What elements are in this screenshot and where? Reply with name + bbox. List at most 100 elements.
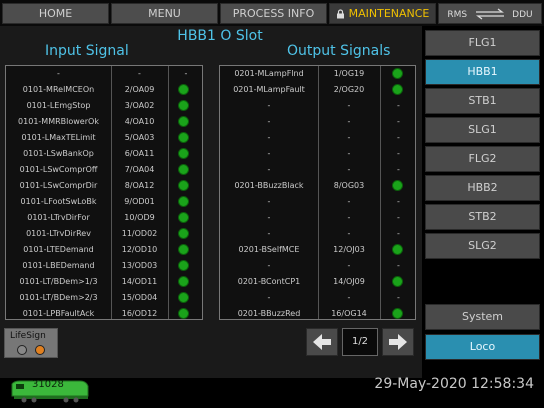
status-led <box>392 84 403 95</box>
signal-channel: 12/OD10 <box>121 245 158 254</box>
slot-button-hbb2[interactable]: HBB2 <box>425 175 540 201</box>
page-indicator: 1/2 <box>342 328 378 356</box>
table-row: 0101-LFootSwLoBk 9/OD01 <box>6 194 204 210</box>
table-row: 0101-LMaxTELimit 5/OA03 <box>6 130 204 146</box>
signal-channel: 11/OD02 <box>121 229 158 238</box>
signal-name: - <box>267 293 271 302</box>
next-page-button[interactable] <box>382 328 414 356</box>
signal-status: - <box>397 261 400 270</box>
table-row: 0101-MRelMCEOn 2/OA09 <box>6 82 204 98</box>
signal-name: 0101-LTrvDirRev <box>26 229 91 238</box>
status-led <box>178 260 189 271</box>
table-row: 0101-LT/BDem>1/3 14/OD11 <box>6 274 204 290</box>
signal-name: - <box>267 149 271 158</box>
loco-number: 31028 <box>32 379 64 390</box>
table-row: --- <box>6 66 204 82</box>
signal-status: - <box>397 213 400 222</box>
table-row: --- <box>220 146 417 162</box>
status-led <box>178 164 189 175</box>
table-row: 0201-BBuzzRed 16/OG14 <box>220 306 417 322</box>
signal-name: 0101-LSwComprDir <box>19 181 98 190</box>
rms-ddu-toggle[interactable]: RMS DDU <box>438 3 542 24</box>
signal-name: 0101-LTEDemand <box>23 245 94 254</box>
status-led <box>392 308 403 319</box>
signal-name: - <box>267 165 271 174</box>
status-led <box>178 244 189 255</box>
table-row: 0101-LTrvDirRev 11/OD02 <box>6 226 204 242</box>
table-row: --- <box>220 258 417 274</box>
loco-button[interactable]: Loco <box>425 334 540 360</box>
locomotive-icon: 31028 <box>10 378 90 404</box>
signal-name: - <box>267 117 271 126</box>
signal-name: 0201-BBuzzRed <box>237 309 301 318</box>
signal-status: - <box>397 149 400 158</box>
signal-name: 0201-BContCP1 <box>237 277 301 286</box>
signal-name: 0101-LFootSwLoBk <box>20 197 97 206</box>
signal-channel: 10/OD9 <box>124 213 155 222</box>
signal-name: 0101-LSwComprOff <box>19 165 98 174</box>
signal-name: 0101-LT/BDem>1/3 <box>19 277 98 286</box>
signal-status: - <box>397 229 400 238</box>
signal-channel: 8/OA12 <box>124 181 155 190</box>
process-info-button[interactable]: PROCESS INFO <box>220 3 327 24</box>
signal-channel: - <box>347 261 351 270</box>
status-led <box>178 228 189 239</box>
status-led <box>392 180 403 191</box>
signal-channel: 14/OD11 <box>121 277 158 286</box>
table-row: --- <box>220 130 417 146</box>
signal-channel: 16/OG14 <box>331 309 367 318</box>
ddu-label: DDU <box>512 10 533 20</box>
table-row: 0101-LEmgStop 3/OA02 <box>6 98 204 114</box>
status-led <box>392 244 403 255</box>
signal-channel: 1/OG19 <box>333 69 365 78</box>
status-led <box>178 196 189 207</box>
slot-button-stb2[interactable]: STB2 <box>425 204 540 230</box>
signal-channel: 5/OA03 <box>124 133 155 142</box>
signal-channel: 3/OA02 <box>124 101 155 110</box>
table-row: --- <box>220 98 417 114</box>
signal-name: 0101-LTrvDirFor <box>27 213 90 222</box>
signal-channel: - <box>347 117 351 126</box>
slot-button-hbb1[interactable]: HBB1 <box>425 59 540 85</box>
status-led <box>392 276 403 287</box>
slot-button-flg1[interactable]: FLG1 <box>425 30 540 56</box>
signal-channel: 6/OA11 <box>124 149 155 158</box>
status-led <box>178 132 189 143</box>
signal-channel: 16/OD12 <box>121 309 158 318</box>
signal-name: 0101-LEmgStop <box>26 101 91 110</box>
signal-channel: 13/OD03 <box>121 261 158 270</box>
table-row: 0201-BBuzzBlack 8/OG03 <box>220 178 417 194</box>
table-row: 0101-LSwBankOp 6/OA11 <box>6 146 204 162</box>
signal-channel: - <box>347 149 351 158</box>
signal-channel: - <box>138 69 141 78</box>
arrow-left-icon <box>313 334 331 350</box>
signal-status: - <box>397 117 400 126</box>
lifesign-indicator: LifeSign <box>4 328 58 358</box>
table-row: 0201-MLampFlnd 1/OG19 <box>220 66 417 82</box>
table-row: --- <box>220 226 417 242</box>
menu-button[interactable]: MENU <box>111 3 218 24</box>
table-row: 0101-LSwComprOff 7/OA04 <box>6 162 204 178</box>
signal-channel: 8/OG03 <box>333 181 365 190</box>
table-row: 0101-LSwComprDir 8/OA12 <box>6 178 204 194</box>
status-led <box>178 148 189 159</box>
table-row: 0101-LTEDemand 12/OD10 <box>6 242 204 258</box>
status-led <box>178 276 189 287</box>
slot-button-slg1[interactable]: SLG1 <box>425 117 540 143</box>
signal-channel: 2/OA09 <box>124 85 155 94</box>
slot-button-flg2[interactable]: FLG2 <box>425 146 540 172</box>
swap-arrows-icon <box>475 8 504 20</box>
lifesign-label: LifeSign <box>10 331 46 341</box>
slot-button-slg2[interactable]: SLG2 <box>425 233 540 259</box>
slot-button-stb1[interactable]: STB1 <box>425 88 540 114</box>
signal-name: 0201-MLampFault <box>233 85 305 94</box>
status-led <box>178 292 189 303</box>
signal-channel: 15/OD04 <box>121 293 158 302</box>
maintenance-button[interactable]: MAINTENANCE <box>329 3 436 24</box>
home-button[interactable]: HOME <box>2 3 109 24</box>
signal-name: 0201-BBuzzBlack <box>234 181 304 190</box>
signal-name: - <box>267 133 271 142</box>
table-row: 0201-MLampFault 2/OG20 <box>220 82 417 98</box>
system-button[interactable]: System <box>425 304 540 330</box>
prev-page-button[interactable] <box>306 328 338 356</box>
